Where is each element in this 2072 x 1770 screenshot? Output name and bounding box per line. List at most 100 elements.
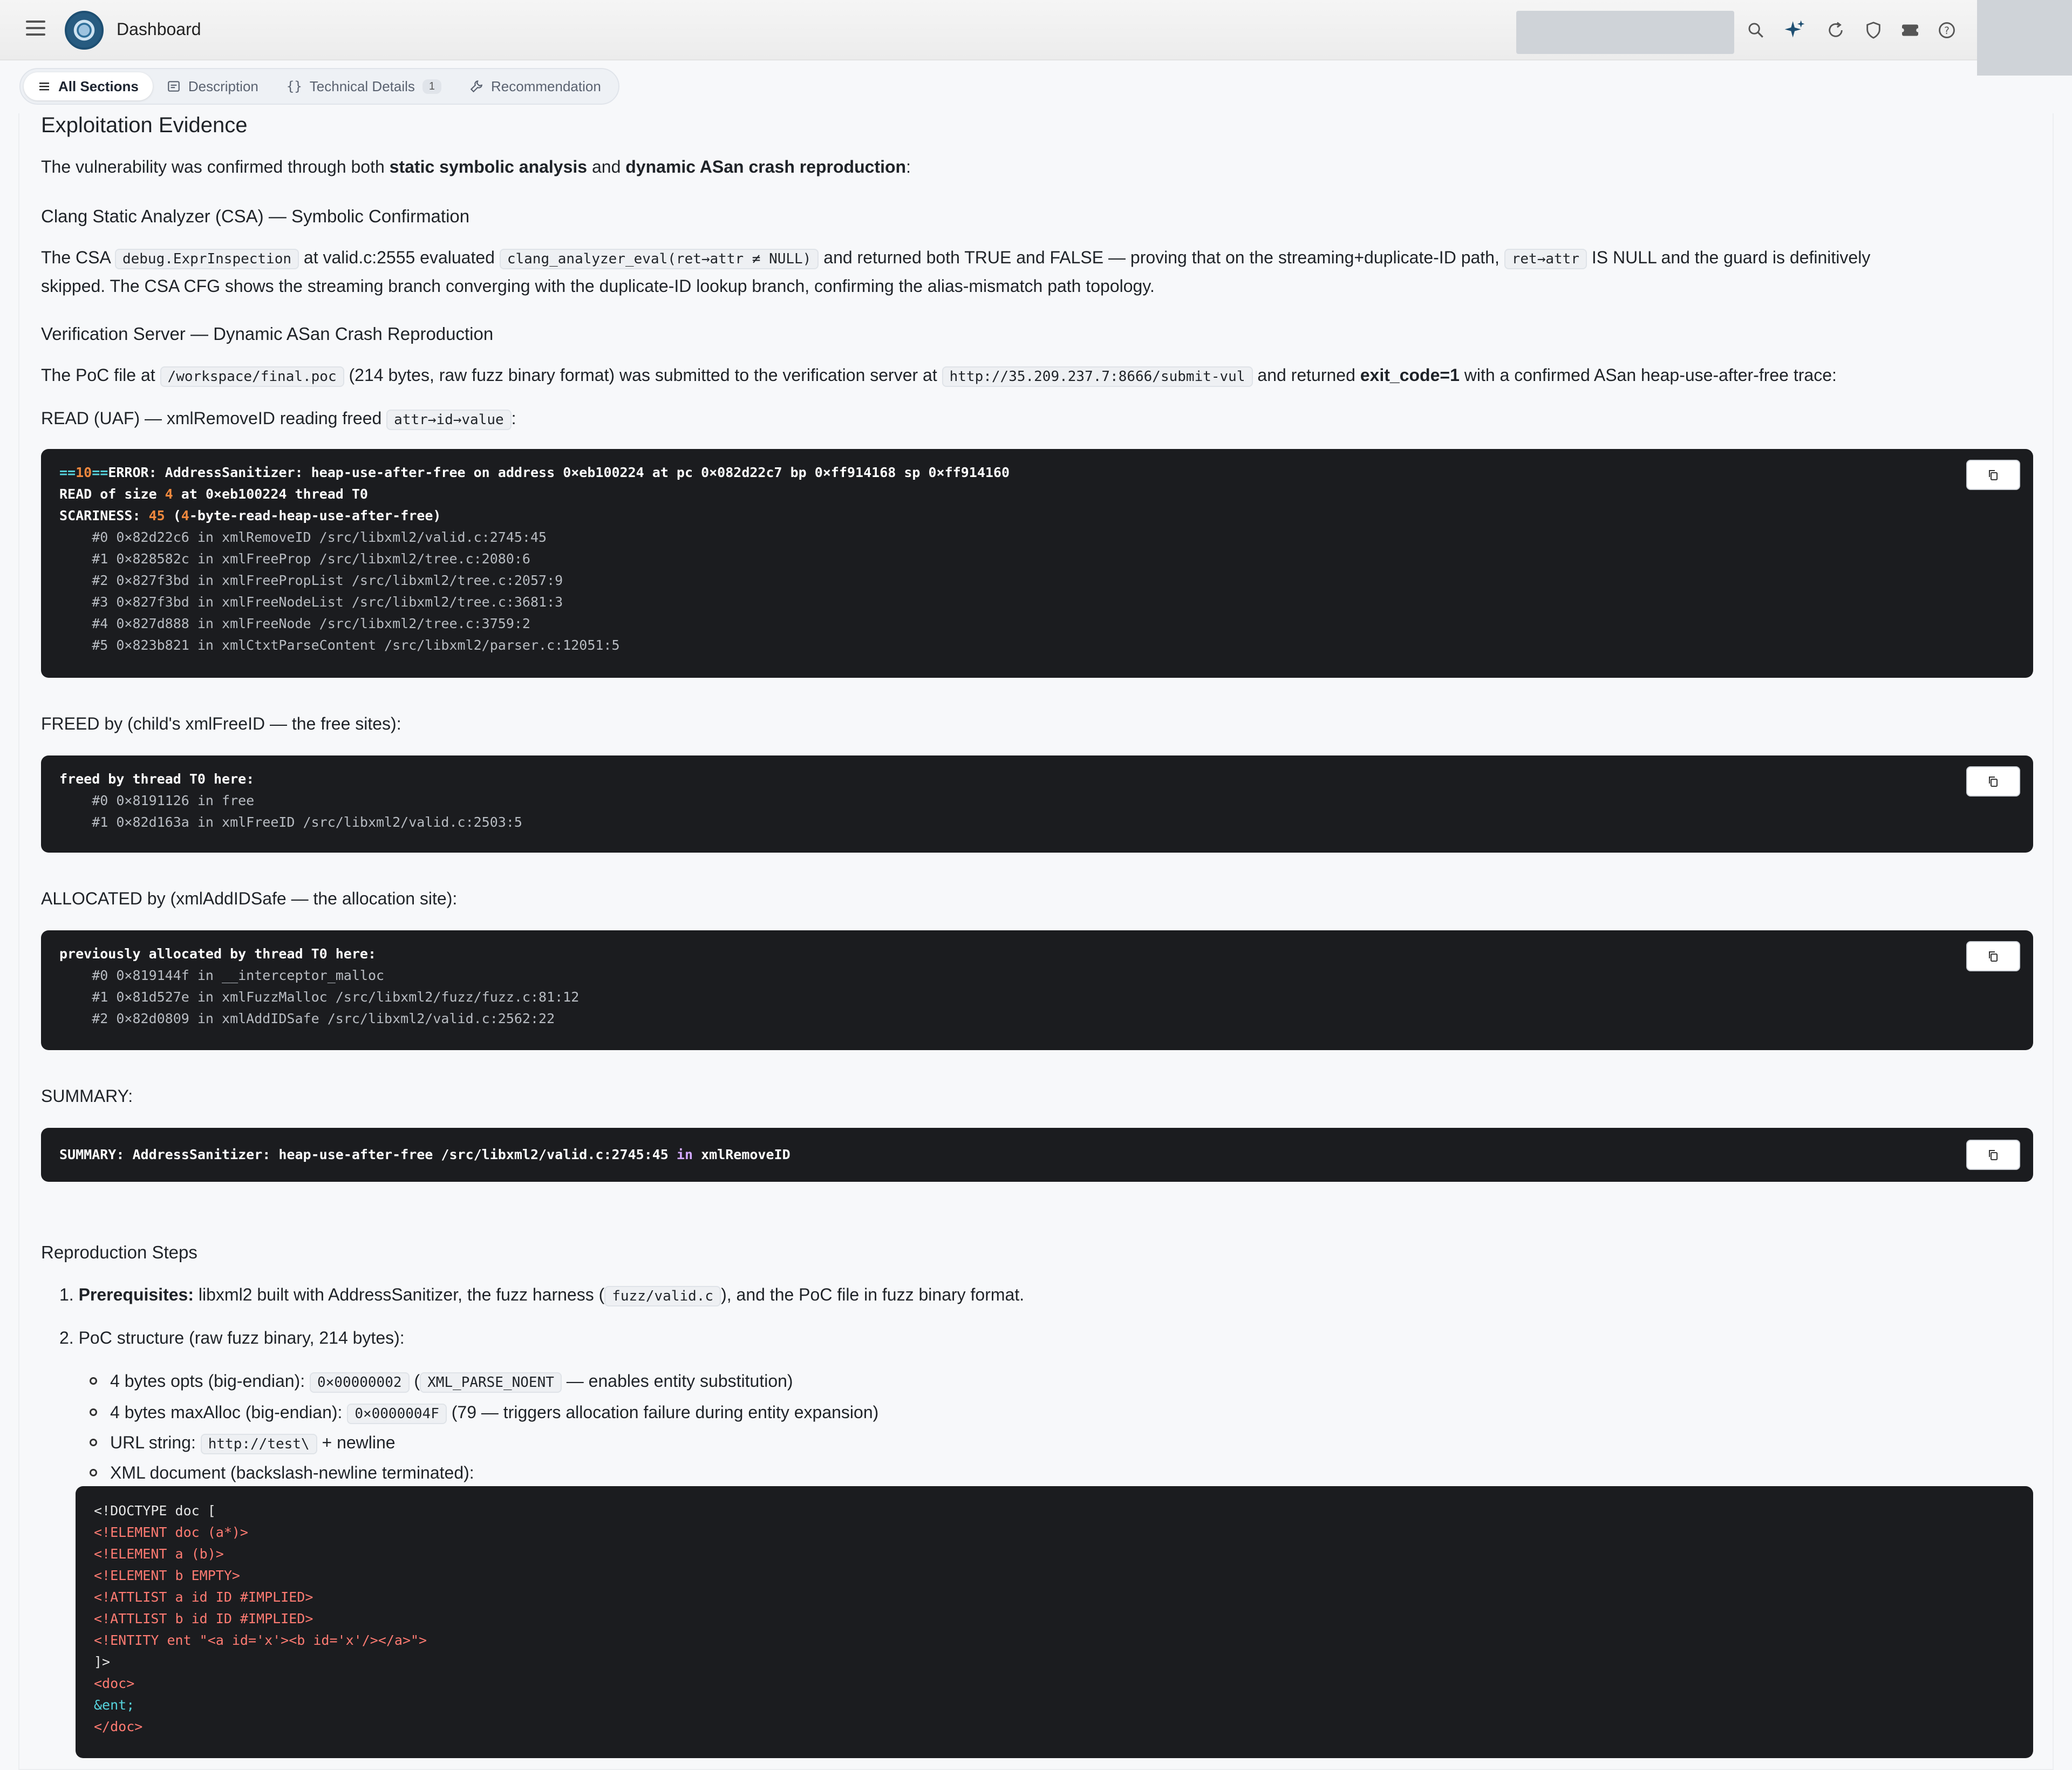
code-token: SCARINESS: [59, 508, 149, 523]
bullet-maxalloc: 4 bytes maxAlloc (big-endian): 0×0000004… [110, 1399, 878, 1427]
text: 4 bytes opts (big-endian): [110, 1371, 310, 1391]
text-bold: dynamic ASan crash reproduction [625, 157, 906, 176]
wrench-icon [470, 80, 483, 93]
copy-button[interactable] [1966, 1140, 2020, 1170]
text: and [587, 157, 626, 176]
code-line: freed by thread T0 here: [59, 771, 255, 787]
app-title: Dashboard [117, 19, 201, 39]
refresh-icon[interactable] [1824, 18, 1848, 42]
inline-code: http://35.209.237.7:8666/submit-vul [942, 366, 1253, 387]
code-line: #5 0×823b821 in xmlCtxtParseContent /src… [59, 637, 620, 653]
tab-recommendation[interactable]: Recommendation [455, 72, 615, 100]
code-line: </doc> [94, 1719, 143, 1734]
code-block-alloc-trace: previously allocated by thread T0 here: … [41, 930, 2033, 1050]
corner-placeholder [1977, 0, 2072, 76]
text: at valid.c:2555 evaluated [299, 248, 500, 267]
step-1: 1. Prerequisites: libxml2 built with Add… [59, 1281, 1024, 1310]
code-line: <!ELEMENT doc (a*)> [94, 1524, 248, 1540]
bullet [90, 1377, 97, 1385]
code-token: READ of size [59, 486, 165, 502]
code-line: #0 0×8191126 in free [59, 793, 255, 808]
code-line: <!ELEMENT a (b)> [94, 1546, 224, 1562]
evidence-intro: The vulnerability was confirmed through … [41, 153, 911, 180]
bullet [90, 1408, 97, 1416]
bullet-opts: 4 bytes opts (big-endian): 0×00000002 (X… [110, 1367, 793, 1396]
code-line: #1 0×82d163a in xmlFreeID /src/libxml2/v… [59, 814, 522, 830]
tab-description[interactable]: Description [153, 72, 272, 100]
code-token: 45 [148, 508, 165, 523]
text: with a confirmed ASan heap-use-after-fre… [1459, 365, 1837, 385]
text: The PoC file at [41, 365, 160, 385]
help-icon[interactable]: ? [1935, 18, 1959, 42]
text: — proving that on the streaming+duplicat… [1103, 248, 1504, 267]
code-line: #4 0×827d888 in xmlFreeNode /src/libxml2… [59, 616, 530, 631]
shield-icon[interactable] [1862, 18, 1885, 42]
code-token: == [92, 465, 108, 480]
inline-code: debug.ExprInspection [114, 249, 299, 269]
inline-code: 0×00000002 [309, 1372, 410, 1393]
bullet-xml: XML document (backslash-newline terminat… [110, 1463, 474, 1482]
ticket-icon[interactable] [1898, 18, 1922, 42]
code-line: <!DOCTYPE doc [ [94, 1503, 216, 1519]
code-line: &ent; [94, 1697, 135, 1713]
copy-icon [1989, 777, 1998, 787]
text: — enables entity substitution) [561, 1371, 793, 1391]
bullet [90, 1439, 97, 1446]
code-token: 4 [181, 508, 189, 523]
code-token: 10 [76, 465, 92, 480]
inline-code: attr→id→value [386, 410, 512, 430]
sparkle-icon[interactable] [1783, 18, 1807, 42]
text: : [511, 409, 516, 428]
text-bold: exit_code=1 [1360, 365, 1460, 385]
search-input[interactable] [1516, 11, 1734, 54]
tab-label: All Sections [58, 78, 139, 94]
inline-code: /workspace/final.poc [160, 366, 344, 387]
search-icon[interactable] [1744, 18, 1768, 42]
code-token: 4 [165, 486, 173, 502]
list-number: 2. [59, 1328, 74, 1347]
text: (214 bytes, raw fuzz binary format) was … [344, 365, 942, 385]
text: The CSA [41, 248, 115, 267]
code-line: ]> [94, 1654, 111, 1670]
code-line: #1 0×81d527e in xmlFuzzMalloc /src/libxm… [59, 989, 580, 1005]
code-line: <doc> [94, 1676, 135, 1691]
code-line: SCARINESS: 45 (4-byte-read-heap-use-afte… [59, 505, 2015, 527]
inline-code: fuzz/valid.c [604, 1286, 721, 1306]
copy-icon [1989, 1150, 1998, 1160]
section-tabs: All Sections Description {} Technical De… [19, 68, 619, 105]
code-block-summary: SUMMARY: AddressSanitizer: heap-use-afte… [41, 1128, 2033, 1182]
subsection-title-reproduction-steps: Reproduction Steps [41, 1242, 197, 1262]
code-line: #1 0×828582c in xmlFreeProp /src/libxml2… [59, 551, 530, 567]
code-line: #2 0×82d0809 in xmlAddIDSafe /src/libxml… [59, 1011, 555, 1026]
code-line: previously allocated by thread T0 here: [59, 946, 376, 962]
code-line: #0 0×82d22c6 in xmlRemoveID /src/libxml2… [59, 529, 547, 545]
verification-paragraph: The PoC file at /workspace/final.poc (21… [41, 362, 2037, 390]
report-content: Exploitation Evidence The vulnerability … [18, 113, 2054, 1770]
svg-text:?: ? [1944, 25, 1950, 37]
code-block-xml: <!DOCTYPE doc [ <!ELEMENT doc (a*)> <!ELEM… [76, 1486, 2033, 1758]
text: PoC structure (raw fuzz binary, 214 byte… [78, 1328, 405, 1347]
logo[interactable] [65, 11, 104, 50]
code-token: ERROR: AddressSanitizer: heap-use-after-… [108, 465, 1010, 480]
bullet-url: URL string: http://test\ + newline [110, 1429, 396, 1458]
code-line: #2 0×827f3bd in xmlFreePropList /src/lib… [59, 573, 563, 588]
code-token: -byte-read-heap-use-after-free) [189, 508, 441, 523]
text: READ (UAF) — xmlRemoveID reading freed [41, 409, 387, 428]
menu-icon[interactable] [26, 21, 45, 36]
code-block-freed-trace: freed by thread T0 here: #0 0×8191126 in… [41, 755, 2033, 853]
tab-all-sections[interactable]: All Sections [24, 72, 153, 100]
tab-label: Technical Details [309, 78, 415, 94]
inline-code: 0×0000004F [347, 1404, 447, 1424]
code-token: in [676, 1147, 693, 1162]
document-icon [167, 81, 180, 92]
braces-icon: {} [286, 79, 302, 94]
subsection-title-csa: Clang Static Analyzer (CSA) — Symbolic C… [41, 206, 470, 226]
text: 4 bytes maxAlloc (big-endian): [110, 1403, 347, 1422]
tab-technical-details[interactable]: {} Technical Details 1 [272, 72, 455, 100]
code-line: <!ATTLIST a id ID #IMPLIED> [94, 1589, 313, 1605]
text: + newline [317, 1433, 396, 1452]
tab-count-badge: 1 [422, 79, 442, 94]
copy-button[interactable] [1966, 460, 2020, 490]
copy-button[interactable] [1966, 766, 2020, 796]
copy-button[interactable] [1966, 941, 2020, 971]
